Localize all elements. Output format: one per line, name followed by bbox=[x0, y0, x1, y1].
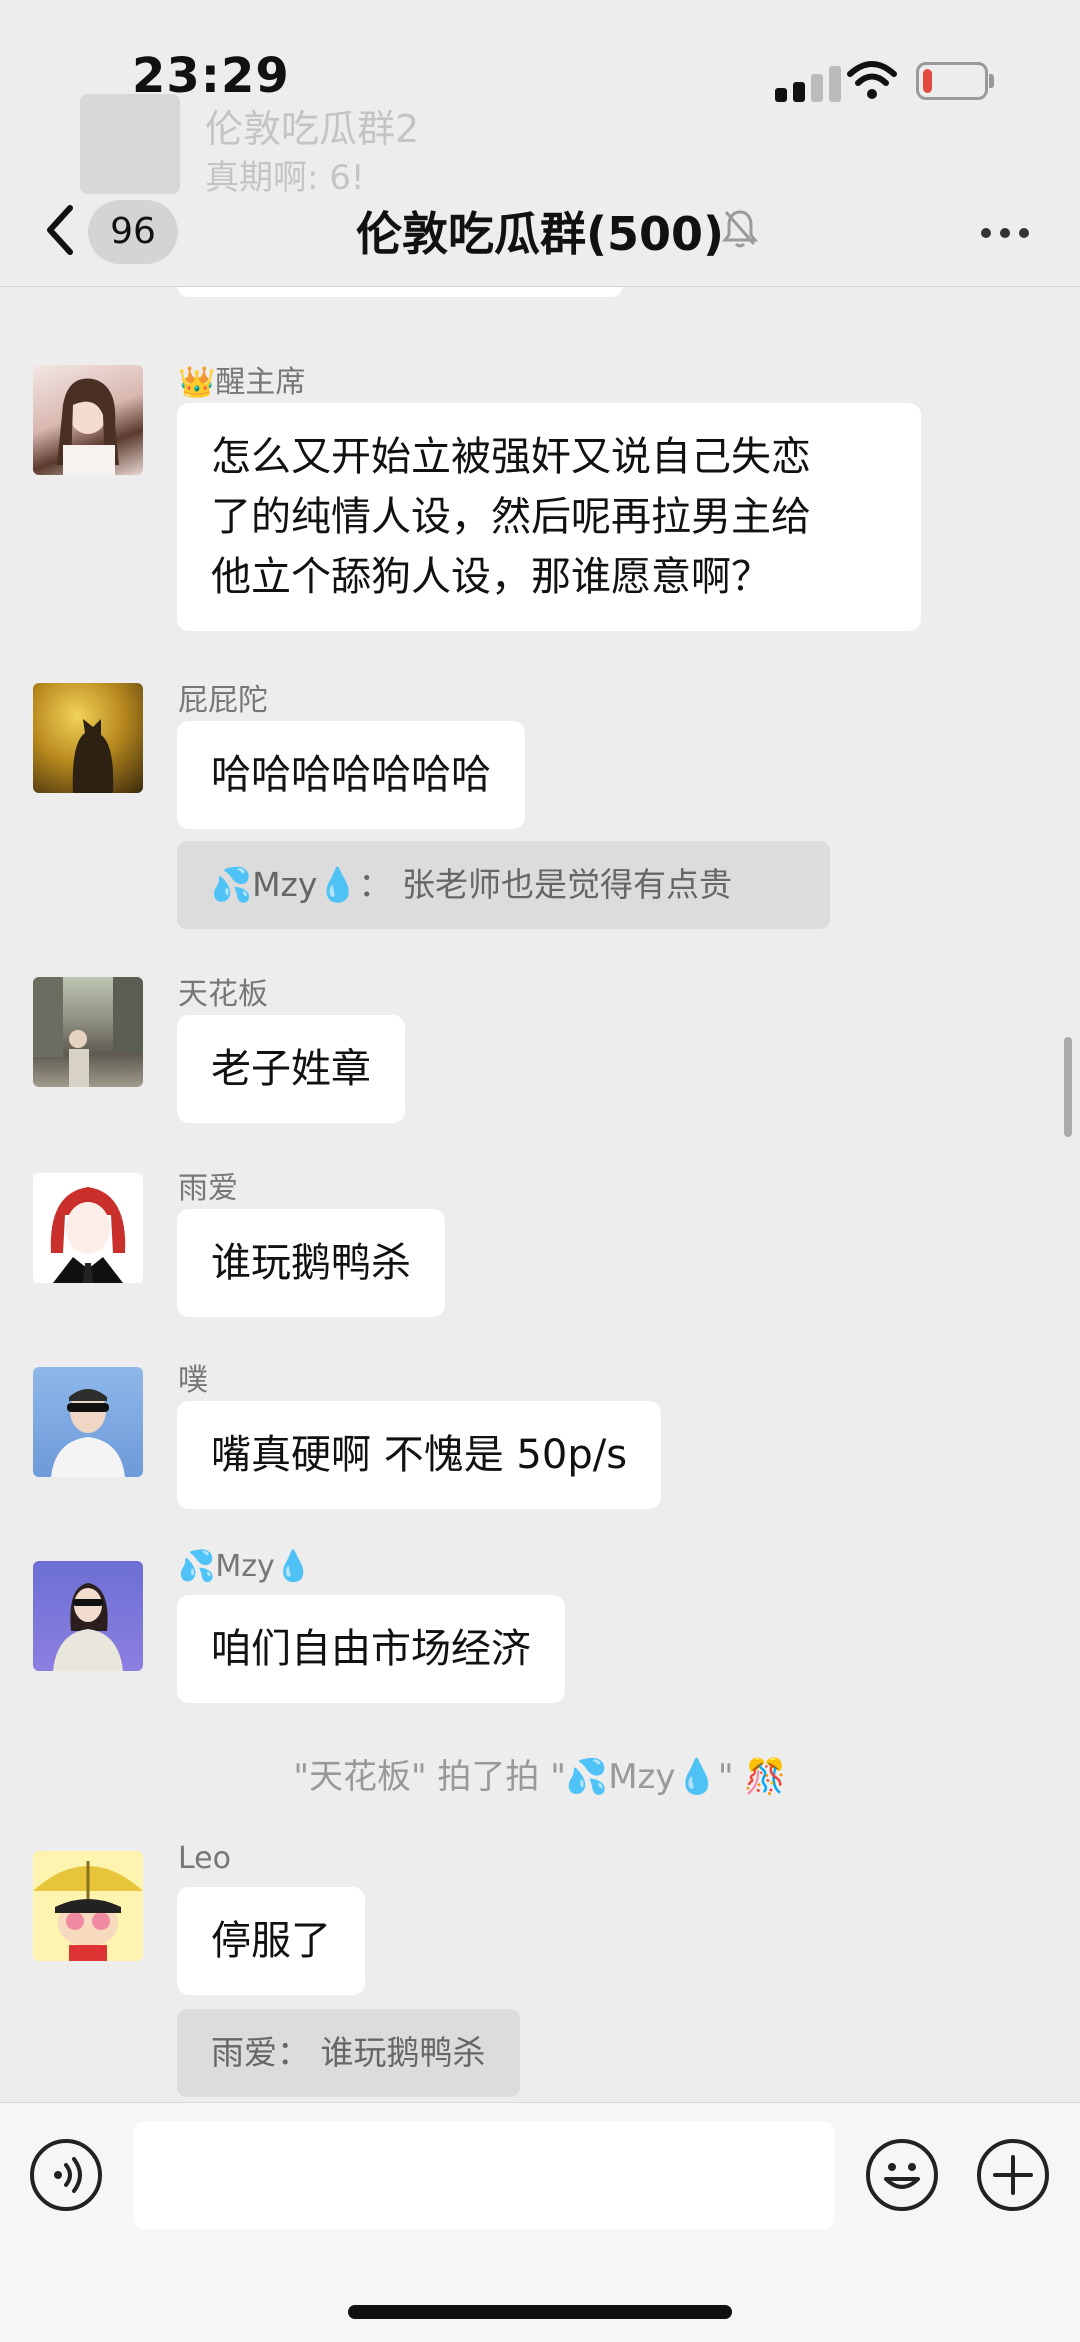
avatar[interactable] bbox=[33, 1173, 143, 1283]
sender-name: 天花板 bbox=[178, 977, 268, 1012]
home-indicator[interactable] bbox=[348, 2305, 732, 2319]
sender-name: 噗 bbox=[178, 1363, 208, 1398]
sender-name: 雨爱 bbox=[178, 1171, 238, 1206]
emoji-icon[interactable] bbox=[866, 2139, 938, 2211]
sender-name: 👑醒主席 bbox=[178, 365, 306, 400]
sender-name: 💦Mzy💧 bbox=[178, 1549, 313, 1584]
message-bubble-partial[interactable] bbox=[177, 287, 623, 297]
quoted-reply[interactable]: 💦Mzy💧： 张老师也是觉得有点贵 bbox=[177, 841, 830, 929]
system-pat-notice: "天花板" 拍了拍 "💦Mzy💧" 🎊 bbox=[293, 1757, 787, 1797]
muted-bell-icon bbox=[722, 210, 758, 248]
message-bubble[interactable]: 谁玩鹅鸭杀 bbox=[177, 1209, 445, 1317]
quoted-reply[interactable]: 雨爱： 谁玩鹅鸭杀 bbox=[177, 2009, 520, 2097]
status-time: 23:29 bbox=[132, 48, 290, 104]
back-arrow-icon[interactable] bbox=[38, 200, 82, 260]
battery-level bbox=[923, 69, 932, 93]
avatar[interactable] bbox=[33, 977, 143, 1087]
message-line: 怎么又开始立被强奸又说自己失恋 bbox=[211, 434, 811, 480]
message-input[interactable] bbox=[134, 2121, 834, 2229]
scrollbar[interactable] bbox=[1064, 1037, 1072, 1137]
message-bubble[interactable]: 老子姓章 bbox=[177, 1015, 405, 1123]
background-avatar bbox=[80, 94, 180, 194]
message-bubble[interactable]: 怎么又开始立被强奸又说自己失恋 了的纯情人设，然后呢再拉男主给 他立个舔狗人设，… bbox=[177, 403, 921, 631]
avatar[interactable] bbox=[33, 1367, 143, 1477]
message-bubble[interactable]: 哈哈哈哈哈哈哈 bbox=[177, 721, 525, 829]
status-bar: 伦敦吃瓜群2 真期啊: 6! 23:29 bbox=[0, 0, 1080, 198]
message-bubble[interactable]: 停服了 bbox=[177, 1887, 365, 1995]
chat-message-list[interactable]: 👑醒主席 怎么又开始立被强奸又说自己失恋 了的纯情人设，然后呢再拉男主给 他立个… bbox=[0, 287, 1080, 2102]
message-line: 他立个舔狗人设，那谁愿意啊？ bbox=[211, 554, 771, 600]
add-attachment-icon[interactable] bbox=[977, 2139, 1049, 2211]
chat-title: 伦敦吃瓜群(500) bbox=[355, 207, 725, 261]
sender-name: Leo bbox=[178, 1841, 231, 1876]
message-line: 了的纯情人设，然后呢再拉男主给 bbox=[211, 494, 811, 540]
cellular-signal-icon bbox=[775, 66, 847, 102]
message-bubble[interactable]: 咱们自由市场经济 bbox=[177, 1595, 565, 1703]
avatar[interactable] bbox=[33, 1851, 143, 1961]
avatar[interactable] bbox=[33, 365, 143, 475]
avatar[interactable] bbox=[33, 1561, 143, 1671]
background-chat-title: 伦敦吃瓜群2 bbox=[205, 107, 420, 151]
unread-count-badge[interactable]: 96 bbox=[88, 200, 178, 264]
voice-input-icon[interactable] bbox=[30, 2139, 102, 2211]
battery-icon bbox=[916, 62, 994, 100]
chat-header: 96 伦敦吃瓜群(500) bbox=[0, 180, 1080, 287]
more-options-icon[interactable] bbox=[975, 208, 1035, 258]
wifi-icon bbox=[847, 61, 897, 99]
message-bubble[interactable]: 嘴真硬啊 不愧是 50p/s bbox=[177, 1401, 662, 1509]
avatar[interactable] bbox=[33, 683, 143, 793]
sender-name: 屁屁陀 bbox=[178, 683, 268, 718]
